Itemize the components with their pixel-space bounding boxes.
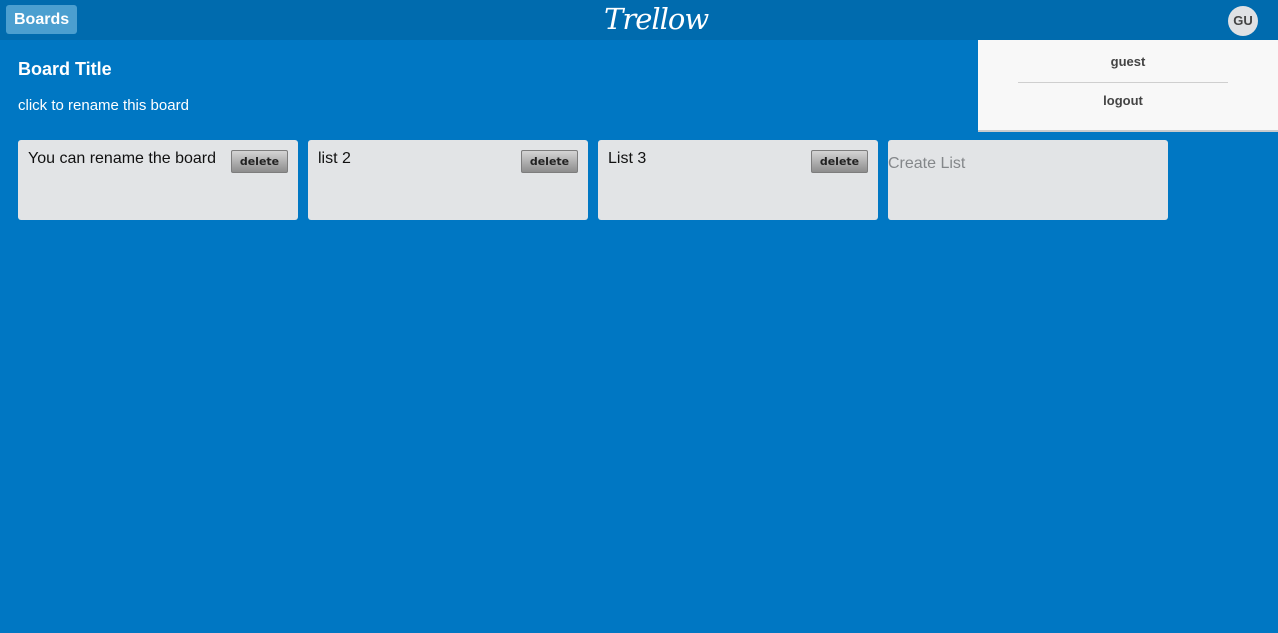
list-card: You can rename the board delete (18, 140, 298, 220)
create-list-card (888, 140, 1168, 220)
list-title[interactable]: You can rename the board (28, 150, 228, 168)
boards-button[interactable]: Boards (6, 5, 78, 34)
list-card: List 3 delete (598, 140, 878, 220)
delete-list-button[interactable]: delete (231, 150, 288, 173)
create-list-input[interactable] (888, 152, 1164, 176)
delete-list-button[interactable]: delete (521, 150, 578, 173)
delete-list-button[interactable]: delete (811, 150, 868, 173)
list-title[interactable]: list 2 (318, 150, 518, 168)
logout-button[interactable]: logout (1078, 90, 1168, 112)
user-menu-divider (1018, 82, 1228, 83)
user-menu-username: guest (1110, 54, 1146, 69)
board-title[interactable]: Board Title (18, 59, 112, 80)
board-rename-hint: click to rename this board (18, 97, 189, 114)
list-title[interactable]: List 3 (608, 150, 808, 168)
logo: Trellow (604, 1, 709, 37)
list-card: list 2 delete (308, 140, 588, 220)
top-bar: Boards Trellow GU (0, 0, 1278, 40)
user-menu: guest logout (978, 40, 1278, 132)
avatar[interactable]: GU (1228, 6, 1258, 36)
logo-text: Trellow (604, 2, 709, 36)
